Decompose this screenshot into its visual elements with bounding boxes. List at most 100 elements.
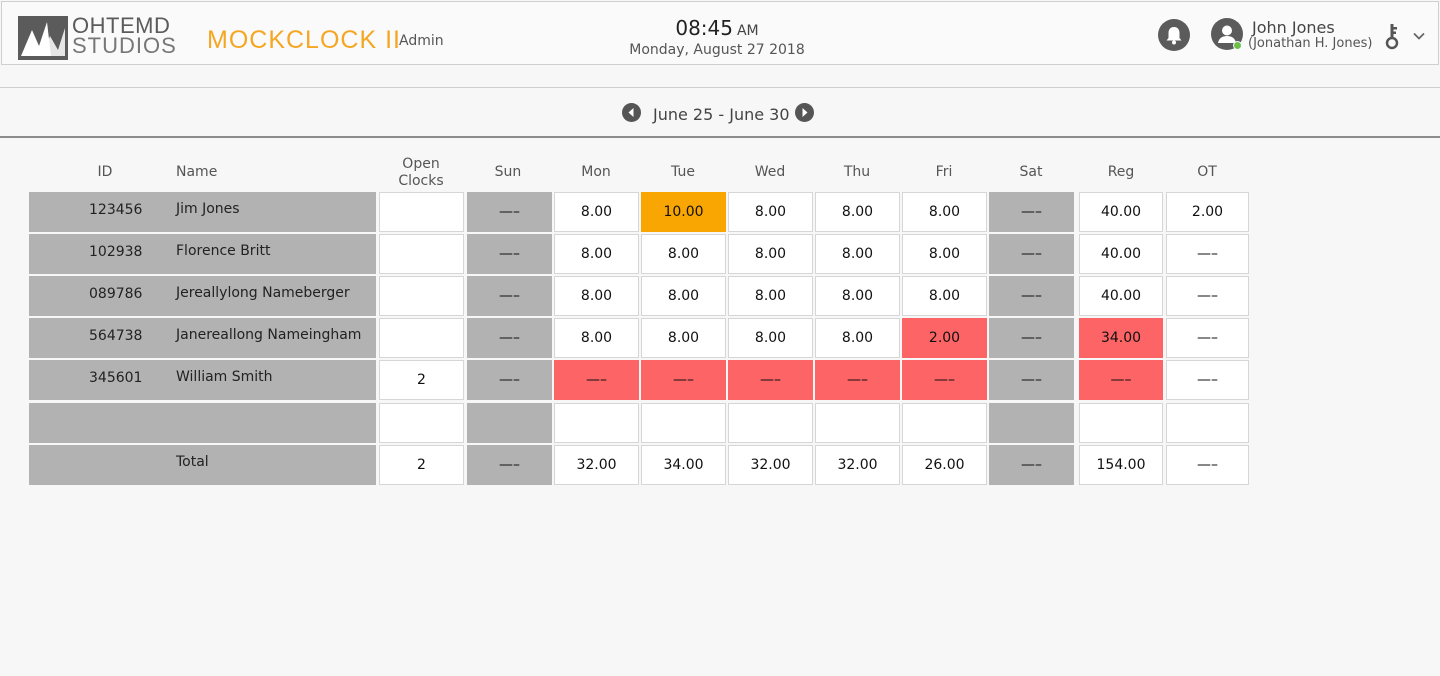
open-clocks-cell[interactable] [379, 403, 464, 443]
employee-cell[interactable]: 345601 William Smith [29, 360, 376, 400]
ot-cell: 2.00 [1166, 192, 1249, 232]
employee-id: 089786 [89, 286, 143, 302]
employee-cell[interactable]: 089786 Jereallylong Nameberger [29, 276, 376, 316]
column-header-open-line: Open [402, 156, 440, 172]
column-header-sat: Sat [1019, 164, 1043, 180]
open-clocks-cell[interactable] [379, 192, 464, 232]
tue-cell[interactable]: 8.00 [641, 276, 726, 316]
tue-cell[interactable]: 8.00 [641, 318, 726, 358]
total-fri: 26.00 [902, 445, 987, 485]
fri-cell[interactable] [902, 403, 987, 443]
wed-cell[interactable] [728, 403, 813, 443]
thu-cell[interactable] [815, 403, 900, 443]
open-clocks-cell[interactable] [379, 234, 464, 274]
total-wed: 32.00 [728, 445, 813, 485]
fri-cell[interactable]: 2.00 [902, 318, 987, 358]
employee-name: Janereallong Nameingham [176, 327, 362, 343]
mon-cell[interactable]: 8.00 [554, 318, 639, 358]
total-reg: 154.00 [1079, 445, 1163, 485]
online-status-icon [1233, 41, 1242, 50]
employee-cell[interactable]: 123456 Jim Jones [29, 192, 376, 232]
user-name[interactable]: John Jones [1252, 18, 1335, 37]
employee-name: Florence Britt [176, 243, 271, 259]
mon-cell[interactable] [554, 403, 639, 443]
wed-cell[interactable]: 8.00 [728, 234, 813, 274]
wed-cell[interactable]: 8.00 [728, 192, 813, 232]
column-header-ot: OT [1197, 164, 1217, 180]
sun-cell: —– [467, 360, 552, 400]
open-clocks-cell[interactable] [379, 318, 464, 358]
column-header-thu: Thu [843, 164, 871, 180]
employee-id: 102938 [89, 244, 143, 260]
ot-cell [1166, 403, 1249, 443]
reg-cell [1079, 403, 1163, 443]
week-range: June 25 - June 30 [653, 105, 790, 124]
column-header-name: Name [176, 164, 218, 180]
employee-cell[interactable] [29, 403, 376, 443]
column-header-tue: Tue [671, 164, 695, 180]
total-sun: —– [467, 445, 552, 485]
clock-time: 08:45 [675, 16, 733, 40]
thu-cell[interactable]: 8.00 [815, 234, 900, 274]
mon-cell[interactable]: 8.00 [554, 276, 639, 316]
tue-cell[interactable]: —– [641, 360, 726, 400]
sat-cell: —– [989, 192, 1074, 232]
bell-icon[interactable] [1158, 19, 1190, 51]
table-row: 345601 William Smith 2 —– —– —– —– —– —–… [0, 360, 1440, 400]
thu-cell[interactable]: 8.00 [815, 192, 900, 232]
column-header-mon: Mon [581, 164, 611, 180]
employee-id: 345601 [89, 370, 143, 386]
ot-cell: —– [1166, 318, 1249, 358]
mon-cell[interactable]: —– [554, 360, 639, 400]
table-row: 089786 Jereallylong Nameberger —– 8.00 8… [0, 276, 1440, 316]
ot-cell: —– [1166, 276, 1249, 316]
sat-cell: —– [989, 234, 1074, 274]
table-row: 123456 Jim Jones —– 8.00 10.00 8.00 8.00… [0, 192, 1440, 232]
fri-cell[interactable]: 8.00 [902, 192, 987, 232]
open-clocks-cell[interactable] [379, 276, 464, 316]
sun-cell: —– [467, 318, 552, 358]
thu-cell[interactable]: 8.00 [815, 318, 900, 358]
arrow-left-circle-icon[interactable] [622, 103, 641, 122]
wed-cell[interactable]: 8.00 [728, 276, 813, 316]
tue-cell[interactable] [641, 403, 726, 443]
user-avatar-icon[interactable] [1211, 18, 1243, 50]
sat-cell: —– [989, 318, 1074, 358]
total-ot: —– [1166, 445, 1249, 485]
column-header-wed: Wed [754, 164, 786, 180]
chevron-down-icon[interactable] [1412, 28, 1426, 42]
column-header-sun: Sun [494, 164, 522, 180]
sat-cell [989, 403, 1074, 443]
total-label-cell: Total [29, 445, 376, 485]
key-icon[interactable] [1385, 22, 1399, 50]
mon-cell[interactable]: 8.00 [554, 192, 639, 232]
reg-cell: 40.00 [1079, 192, 1163, 232]
week-navigator: June 25 - June 30 [0, 87, 1440, 138]
employee-cell[interactable]: 102938 Florence Britt [29, 234, 376, 274]
wed-cell[interactable]: —– [728, 360, 813, 400]
column-header-reg: Reg [1107, 164, 1135, 180]
employee-name: Jereallylong Nameberger [176, 285, 350, 301]
fri-cell[interactable]: —– [902, 360, 987, 400]
tue-cell[interactable]: 10.00 [641, 192, 726, 232]
sat-cell: —– [989, 276, 1074, 316]
table-row: 564738 Janereallong Nameingham —– 8.00 8… [0, 318, 1440, 358]
sun-cell: —– [467, 276, 552, 316]
total-sat: —– [989, 445, 1074, 485]
mon-cell[interactable]: 8.00 [554, 234, 639, 274]
fri-cell[interactable]: 8.00 [902, 234, 987, 274]
total-row: Total 2 —– 32.00 34.00 32.00 32.00 26.00… [0, 445, 1440, 485]
employee-cell[interactable]: 564738 Janereallong Nameingham [29, 318, 376, 358]
open-clocks-cell[interactable]: 2 [379, 360, 464, 400]
thu-cell[interactable]: 8.00 [815, 276, 900, 316]
tue-cell[interactable]: 8.00 [641, 234, 726, 274]
thu-cell[interactable]: —– [815, 360, 900, 400]
ot-cell: —– [1166, 360, 1249, 400]
wed-cell[interactable]: 8.00 [728, 318, 813, 358]
fri-cell[interactable]: 8.00 [902, 276, 987, 316]
reg-cell: 40.00 [1079, 234, 1163, 274]
reg-cell: 34.00 [1079, 318, 1163, 358]
reg-cell: —– [1079, 360, 1163, 400]
column-header-fri: Fri [935, 164, 953, 180]
arrow-right-circle-icon[interactable] [795, 103, 814, 122]
